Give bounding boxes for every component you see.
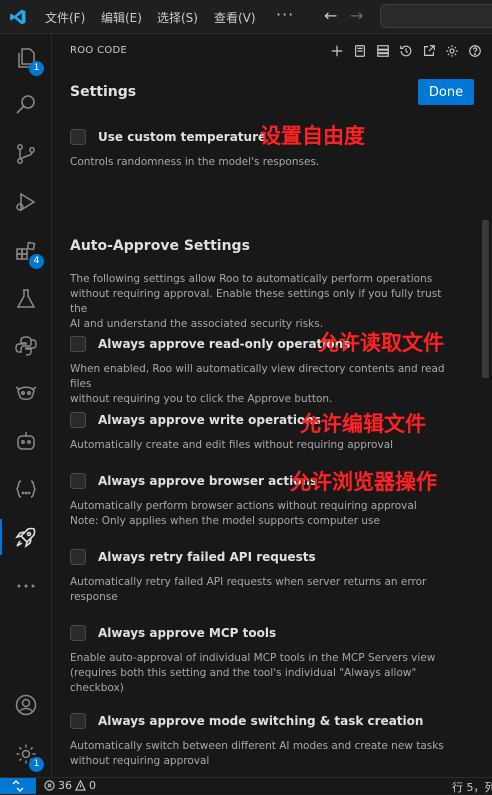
explorer-icon[interactable]: 1 [12,44,44,76]
auto-approve-heading: Auto-Approve Settings [70,238,250,254]
panel-title: ROO CODE [70,45,128,56]
mcp-desc: Enable auto-approval of individual MCP t… [70,652,436,694]
retry-label: Always retry failed API requests [98,550,316,564]
new-task-plus-icon[interactable] [328,42,346,60]
mcp-label: Always approve MCP tools [98,626,277,640]
custom-temperature-desc: Controls randomness in the model's respo… [70,156,320,168]
roo-code-rocket-icon[interactable] [0,519,40,555]
custom-temperature-option[interactable]: Use custom temperature [70,129,266,145]
read-only-checkbox[interactable] [70,336,86,352]
remote-indicator-icon[interactable] [0,778,36,794]
prompts-notebook-icon[interactable] [351,42,369,60]
search-icon[interactable] [12,91,40,119]
history-icon[interactable] [397,42,415,60]
browser-label: Always approve browser actions [98,474,318,488]
read-only-label: Always approve read-only operations [98,337,351,351]
mcp-checkbox[interactable] [70,625,86,641]
browser-checkbox[interactable] [70,473,86,489]
forward-arrow-icon[interactable]: → [350,6,363,25]
custom-temperature-label: Use custom temperature [98,130,267,144]
copilot-bot-icon[interactable] [12,427,40,455]
write-checkbox[interactable] [70,412,86,428]
source-control-icon[interactable] [12,140,40,168]
explorer-badge: 1 [29,61,44,76]
status-bar: 36 0 行 5，列 [0,777,492,794]
problems-indicator[interactable]: 36 0 [44,779,96,792]
mode-switching-label: Always approve mode switching & task cre… [98,714,424,728]
mode-switching-desc: Automatically switch between different A… [70,740,444,767]
panel-toolbar [328,42,484,60]
error-count: 36 [58,779,72,792]
account-icon[interactable] [12,691,40,719]
done-button[interactable]: Done [418,79,474,105]
settings-gear-icon[interactable] [443,42,461,60]
annotation-write: 允许编辑文件 [300,412,426,436]
open-in-editor-icon[interactable] [420,42,438,60]
settings-heading: Settings [70,84,137,100]
write-option[interactable]: Always approve write operations [70,412,321,428]
vscode-logo-icon[interactable] [9,8,27,26]
write-label: Always approve write operations [98,413,321,427]
manage-gear-icon[interactable]: 1 [12,740,44,772]
menu-more-icon[interactable]: ··· [276,5,294,24]
mcp-option[interactable]: Always approve MCP tools [70,625,276,641]
write-desc: Automatically create and edit files with… [70,439,394,451]
annotation-read: 允许读取文件 [318,331,444,355]
panel-scrollbar[interactable] [482,220,489,378]
menu-file[interactable]: 文件(F) [45,9,85,26]
json-braces-icon[interactable] [12,475,40,503]
help-question-icon[interactable] [466,42,484,60]
retry-option[interactable]: Always retry failed API requests [70,549,316,565]
more-views-icon[interactable] [12,572,40,600]
annotation-temperature: 设置自由度 [260,124,365,148]
retry-desc: Automatically retry failed API requests … [70,576,427,603]
mode-switching-option[interactable]: Always approve mode switching & task cre… [70,713,423,729]
python-icon[interactable] [12,332,40,360]
menu-edit[interactable]: 编辑(E) [101,9,142,26]
run-debug-icon[interactable] [12,188,40,216]
activity-bar: 1 4 1 [0,34,52,777]
testing-flask-icon[interactable] [12,285,40,313]
retry-checkbox[interactable] [70,549,86,565]
mode-switching-checkbox[interactable] [70,713,86,729]
browser-option[interactable]: Always approve browser actions [70,473,317,489]
warning-icon [75,780,86,791]
remote-explorer-icon[interactable] [12,379,40,407]
extensions-icon[interactable]: 4 [12,237,44,269]
back-arrow-icon[interactable]: ← [324,6,337,25]
browser-desc: Automatically perform browser actions wi… [70,500,417,527]
warning-count: 0 [89,779,96,792]
extensions-badge: 4 [29,254,44,269]
annotation-browser: 允许浏览器操作 [290,470,437,494]
command-center-search[interactable] [380,4,492,28]
auto-approve-intro: The following settings allow Roo to auto… [70,273,442,330]
error-icon [44,780,55,791]
custom-temperature-checkbox[interactable] [70,129,86,145]
read-only-desc: When enabled, Roo will automatically vie… [70,363,445,405]
roo-code-panel: ROO CODE Settings Done Use custom temper… [52,34,492,777]
menu-selection[interactable]: 选择(S) [157,9,198,26]
title-bar: 文件(F) 编辑(E) 选择(S) 查看(V) ··· ← → [0,0,492,34]
mcp-servers-icon[interactable] [374,42,392,60]
menu-view[interactable]: 查看(V) [214,9,256,26]
read-only-option[interactable]: Always approve read-only operations [70,336,350,352]
settings-badge: 1 [29,757,44,772]
